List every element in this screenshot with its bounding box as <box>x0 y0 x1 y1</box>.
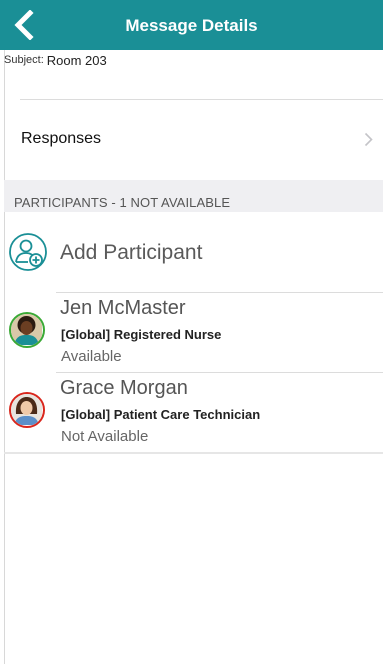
chevron-left-icon <box>14 10 34 40</box>
divider <box>4 452 383 454</box>
subject-row: Subject: Room 203 <box>4 50 107 70</box>
participant-row[interactable]: Grace Morgan [Global] Patient Care Techn… <box>4 373 383 453</box>
page-title: Message Details <box>125 16 258 35</box>
avatar <box>9 312 45 348</box>
chevron-right-icon <box>364 132 373 147</box>
responses-label: Responses <box>21 130 102 147</box>
add-participant-label: Add Participant <box>60 241 203 264</box>
participants-section-header: PARTICIPANTS - 1 NOT AVAILABLE <box>4 180 383 212</box>
add-user-icon <box>9 233 47 271</box>
subject-label: Subject: <box>4 54 44 66</box>
participant-status: Not Available <box>61 428 149 445</box>
person-avatar-icon <box>11 394 42 425</box>
participant-status: Available <box>61 348 122 365</box>
person-avatar-icon <box>11 314 42 345</box>
participant-row[interactable]: Jen McMaster [Global] Registered Nurse A… <box>4 293 383 373</box>
nav-header: Message Details <box>0 0 383 50</box>
participant-role: [Global] Patient Care Technician <box>61 407 261 422</box>
responses-row[interactable]: Responses <box>4 100 383 180</box>
participants-section-title: PARTICIPANTS - 1 NOT AVAILABLE <box>14 195 231 210</box>
avatar <box>9 392 45 428</box>
participant-name: Grace Morgan <box>60 377 188 399</box>
add-participant-button[interactable]: Add Participant <box>4 212 383 292</box>
back-button[interactable] <box>4 6 44 44</box>
subject-value: Room 203 <box>46 52 107 68</box>
participant-role: [Global] Registered Nurse <box>61 327 222 342</box>
participant-name: Jen McMaster <box>60 297 186 319</box>
